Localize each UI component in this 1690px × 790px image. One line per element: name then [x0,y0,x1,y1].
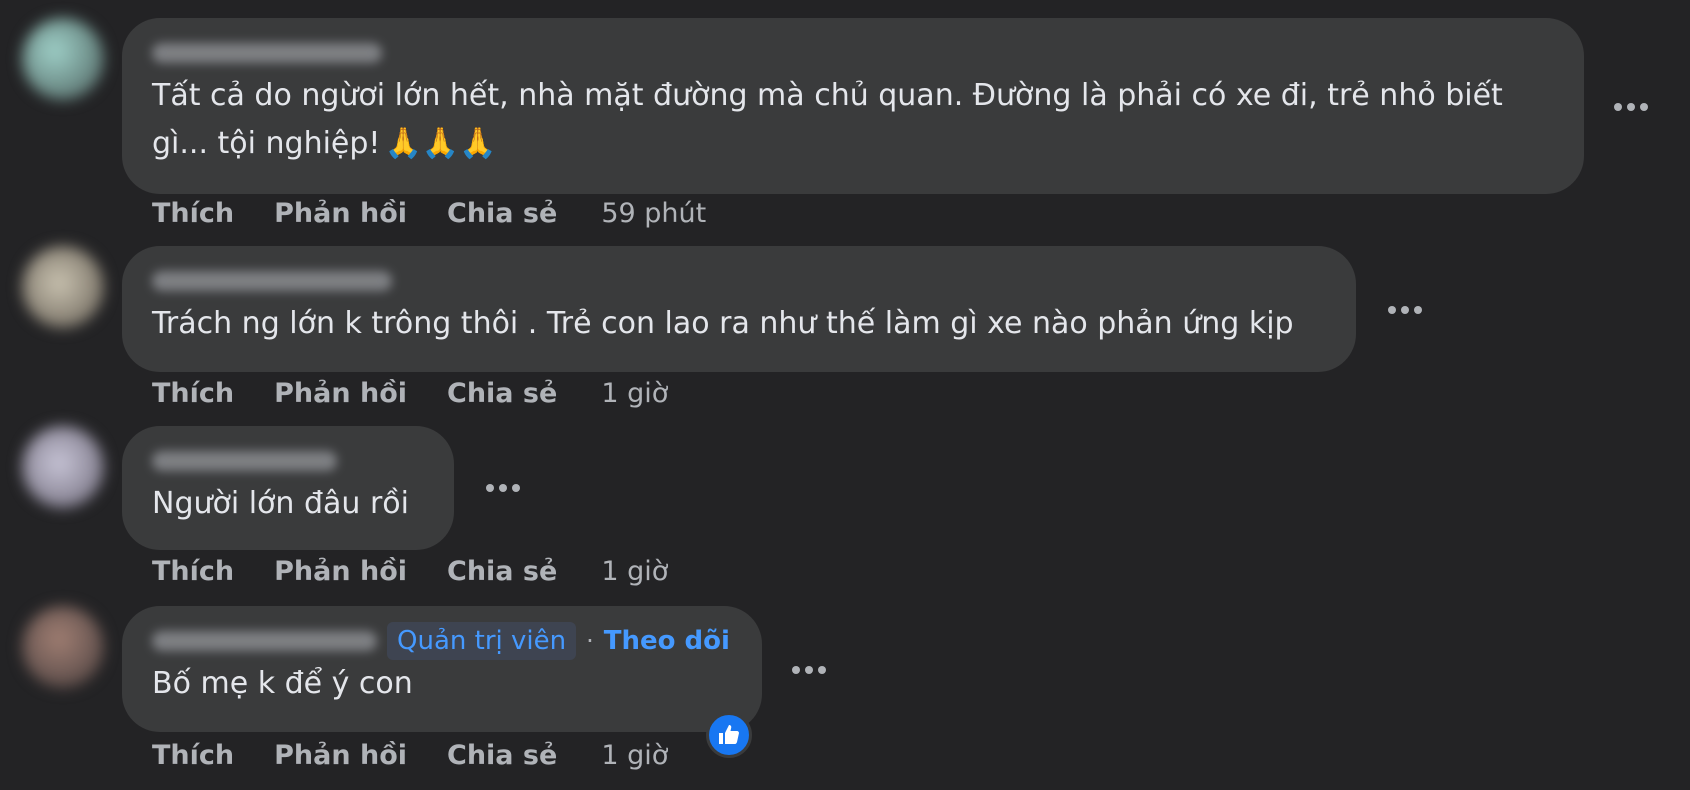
comment-actions: Thích Phản hồi Chia sẻ 1 giờ [152,740,668,771]
reply-button[interactable]: Phản hồi [274,556,407,587]
comment-text-line: Người lớn đâu rồi [152,486,409,521]
comment-bubble: Người lớn đâu rồi [122,426,454,550]
author-row: Quản trị viên · Theo dõi [152,622,732,660]
share-button[interactable]: Chia sẻ [447,198,557,229]
comment-text: Trách ng lớn k trông thôi . Trẻ con lao … [152,300,1326,348]
reply-button[interactable]: Phản hồi [274,198,407,229]
avatar[interactable] [22,426,104,508]
like-button[interactable]: Thích [152,556,234,587]
timestamp[interactable]: 1 giờ [601,556,668,587]
timestamp[interactable]: 59 phút [601,198,706,229]
share-button[interactable]: Chia sẻ [447,556,557,587]
author-name[interactable] [152,271,392,291]
more-options-icon[interactable] [1388,306,1422,314]
author-name[interactable] [152,43,382,63]
thumbs-up-icon[interactable] [706,712,752,758]
share-button[interactable]: Chia sẻ [447,740,557,771]
like-button[interactable]: Thích [152,378,234,409]
like-button[interactable]: Thích [152,740,234,771]
like-button[interactable]: Thích [152,198,234,229]
admin-badge: Quản trị viên [387,622,577,660]
timestamp[interactable]: 1 giờ [601,378,668,409]
comment-actions: Thích Phản hồi Chia sẻ 1 giờ [152,556,668,587]
comment-text-line: gì... tội nghiệp! 🙏🙏🙏 [152,120,1554,168]
comment-bubble: Quản trị viên · Theo dõi Bố mẹ k để ý co… [122,606,762,732]
reply-button[interactable]: Phản hồi [274,740,407,771]
comment-bubble: Tất cả do ngừơi lớn hết, nhà mặt đường m… [122,18,1584,194]
timestamp[interactable]: 1 giờ [601,740,668,771]
comment-text: Người lớn đâu rồi [152,480,424,528]
author-row [152,444,424,478]
comment-text-line: Bố mẹ k để ý con [152,666,413,701]
more-options-icon[interactable] [486,484,520,492]
avatar[interactable] [22,606,104,688]
more-options-icon[interactable] [792,666,826,674]
more-options-icon[interactable] [1614,103,1648,111]
comment-text: Tất cả do ngừơi lớn hết, nhà mặt đường m… [152,72,1554,168]
comment-text-fragment: gì... tội nghiệp! [152,126,381,161]
author-row [152,36,1554,70]
comment-text-line: Trách ng lớn k trông thôi . Trẻ con lao … [152,306,1294,341]
author-row [152,264,1326,298]
share-button[interactable]: Chia sẻ [447,378,557,409]
separator-dot: · [586,627,594,655]
comment-text: Bố mẹ k để ý con [152,660,732,708]
avatar[interactable] [22,18,104,100]
folded-hands-emoji: 🙏🙏🙏 [384,126,497,161]
comment-text-line: Tất cả do ngừơi lớn hết, nhà mặt đường m… [152,78,1503,113]
author-name[interactable] [152,451,337,471]
follow-link[interactable]: Theo dõi [604,626,730,656]
author-name[interactable] [152,631,377,651]
avatar[interactable] [22,246,104,328]
comment-bubble: Trách ng lớn k trông thôi . Trẻ con lao … [122,246,1356,372]
comment-actions: Thích Phản hồi Chia sẻ 1 giờ [152,378,668,409]
reply-button[interactable]: Phản hồi [274,378,407,409]
comment-actions: Thích Phản hồi Chia sẻ 59 phút [152,198,706,229]
